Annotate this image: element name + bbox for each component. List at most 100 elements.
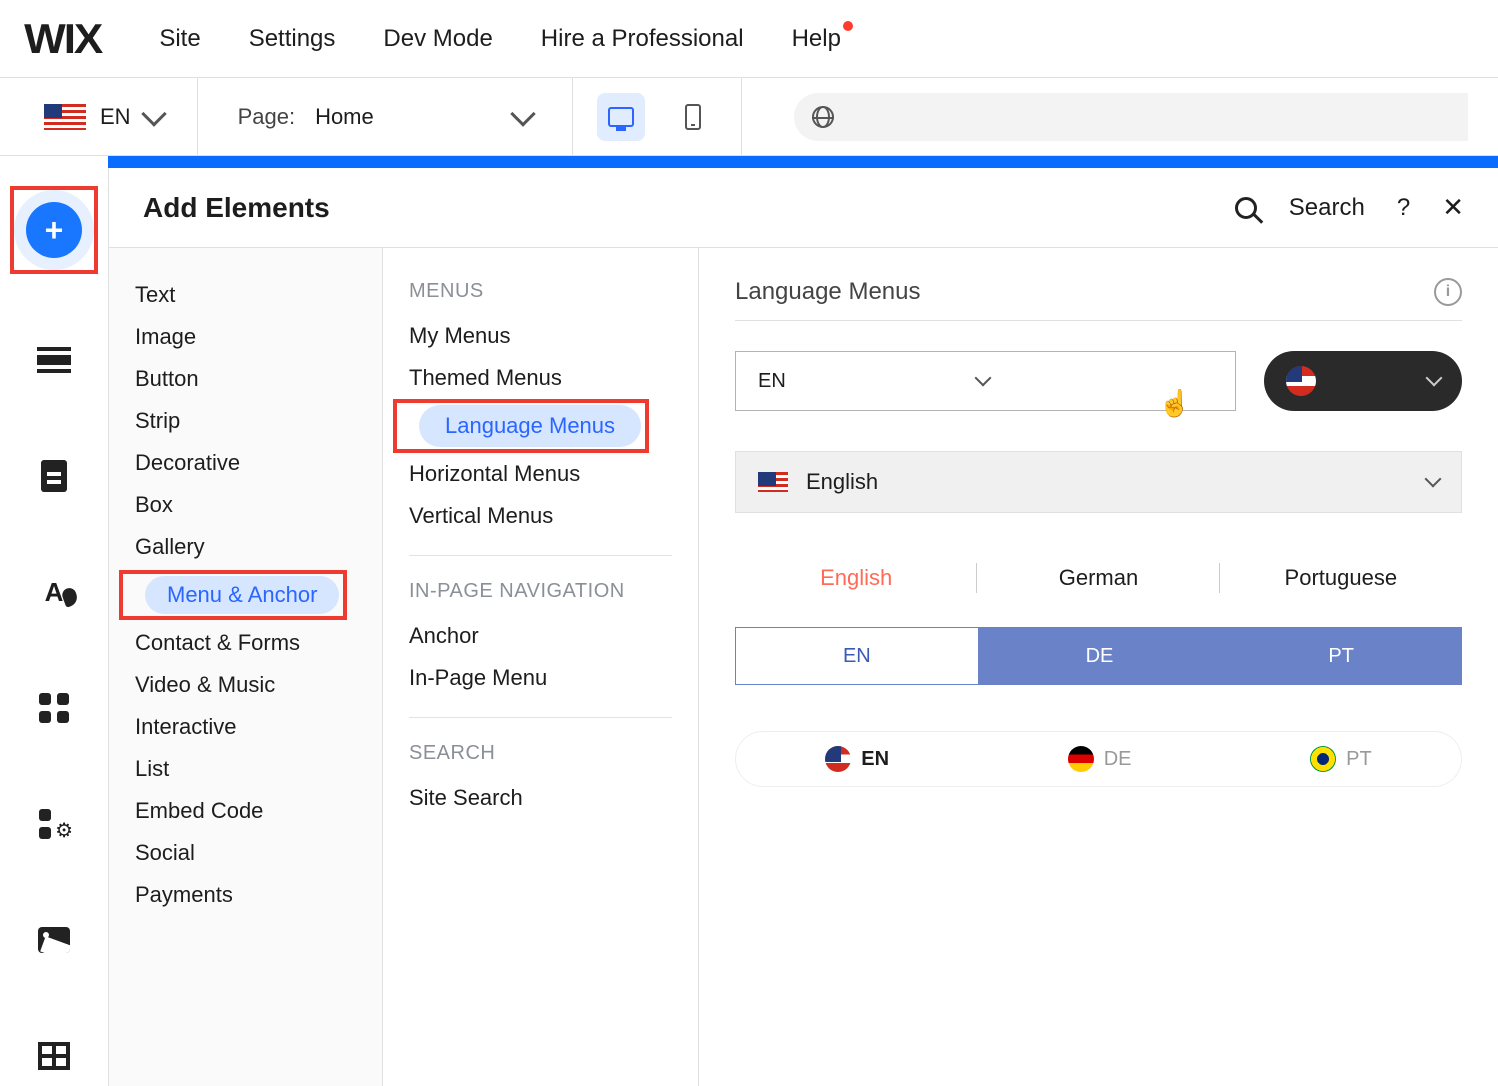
seg-en[interactable]: EN bbox=[735, 627, 979, 685]
cat-gallery[interactable]: Gallery bbox=[109, 526, 382, 568]
cat-strip[interactable]: Strip bbox=[109, 400, 382, 442]
cursor-hand-icon: ☝ bbox=[1159, 388, 1191, 419]
tab-portuguese[interactable]: Portuguese bbox=[1220, 559, 1462, 597]
rail-sections-button[interactable] bbox=[24, 330, 84, 390]
rail-data-button[interactable] bbox=[24, 1026, 84, 1086]
cat-button[interactable]: Button bbox=[109, 358, 382, 400]
globe-icon bbox=[812, 106, 834, 128]
group-search-label: SEARCH bbox=[383, 736, 698, 777]
sub-languagemenus[interactable]: Language Menus bbox=[419, 405, 641, 447]
sub-themedmenus[interactable]: Themed Menus bbox=[383, 357, 698, 399]
preview-segmented: EN DE PT bbox=[735, 627, 1462, 685]
add-elements-panel: Add Elements Search ? ✕ Text Image Butto… bbox=[108, 168, 1498, 1086]
rail-app-settings-button[interactable] bbox=[24, 794, 84, 854]
preview-text-tabs: English German Portuguese bbox=[735, 559, 1462, 597]
device-switcher bbox=[573, 78, 742, 155]
theme-icon: A bbox=[45, 577, 64, 608]
top-menu: Site Settings Dev Mode Hire a Profession… bbox=[159, 25, 841, 53]
highlight-menu-anchor: Menu & Anchor bbox=[119, 570, 347, 620]
rail-theme-button[interactable]: A bbox=[24, 562, 84, 622]
cat-social[interactable]: Social bbox=[109, 832, 382, 874]
cat-payments[interactable]: Payments bbox=[109, 874, 382, 916]
pill-pt-label: PT bbox=[1346, 748, 1372, 771]
help-button[interactable]: ? bbox=[1397, 194, 1410, 222]
page-label: Page: bbox=[238, 104, 296, 130]
menu-settings[interactable]: Settings bbox=[249, 25, 336, 53]
second-bar: EN Page: Home bbox=[0, 78, 1498, 156]
sub-horizontalmenus[interactable]: Horizontal Menus bbox=[383, 453, 698, 495]
cat-embed[interactable]: Embed Code bbox=[109, 790, 382, 832]
grid-icon bbox=[39, 693, 69, 723]
add-elements-button[interactable]: + bbox=[26, 202, 82, 258]
image-icon bbox=[38, 927, 70, 953]
de-flag-icon bbox=[1068, 746, 1094, 772]
sub-verticalmenus[interactable]: Vertical Menus bbox=[383, 495, 698, 537]
us-flag-icon bbox=[44, 104, 86, 130]
top-bar: WIX Site Settings Dev Mode Hire a Profes… bbox=[0, 0, 1498, 78]
desktop-view-button[interactable] bbox=[597, 93, 645, 141]
wix-logo: WIX bbox=[24, 15, 101, 63]
us-flag-icon bbox=[758, 472, 788, 492]
menu-devmode[interactable]: Dev Mode bbox=[383, 25, 492, 53]
rail-apps-button[interactable] bbox=[24, 678, 84, 738]
cat-text[interactable]: Text bbox=[109, 274, 382, 316]
url-bar bbox=[742, 93, 1498, 141]
chevron-down-icon bbox=[975, 370, 992, 387]
sub-anchor[interactable]: Anchor bbox=[383, 615, 698, 657]
cat-list[interactable]: List bbox=[109, 748, 382, 790]
cat-contact[interactable]: Contact & Forms bbox=[109, 622, 382, 664]
highlight-language-menus: Language Menus bbox=[393, 399, 649, 453]
menu-help[interactable]: Help bbox=[792, 25, 841, 53]
search-label[interactable]: Search bbox=[1289, 194, 1365, 222]
sub-inpagemenu[interactable]: In-Page Menu bbox=[383, 657, 698, 699]
menu-site[interactable]: Site bbox=[159, 25, 200, 53]
sub-mymenus[interactable]: My Menus bbox=[383, 315, 698, 357]
subitems-column: MENUS My Menus Themed Menus Language Men… bbox=[383, 248, 699, 1086]
preview-dropdown-flag[interactable] bbox=[1264, 351, 1462, 411]
pill-de[interactable]: DE bbox=[1068, 746, 1132, 772]
info-icon[interactable]: i bbox=[1434, 278, 1462, 306]
cat-box[interactable]: Box bbox=[109, 484, 382, 526]
seg-pt[interactable]: PT bbox=[1220, 627, 1462, 685]
url-input[interactable] bbox=[794, 93, 1468, 141]
chevron-down-icon bbox=[1426, 370, 1443, 387]
close-icon[interactable]: ✕ bbox=[1442, 192, 1464, 223]
cat-interactive[interactable]: Interactive bbox=[109, 706, 382, 748]
mobile-icon bbox=[685, 104, 701, 130]
rail-pages-button[interactable] bbox=[24, 446, 84, 506]
preview-column: Language Menus i EN ☝ En bbox=[699, 248, 1498, 1086]
site-language-selector[interactable]: EN bbox=[0, 78, 198, 155]
menu-hire[interactable]: Hire a Professional bbox=[541, 25, 744, 53]
pill-en[interactable]: EN bbox=[825, 746, 889, 772]
search-icon[interactable] bbox=[1235, 197, 1257, 219]
cat-decorative[interactable]: Decorative bbox=[109, 442, 382, 484]
tab-german[interactable]: German bbox=[977, 559, 1219, 597]
seg-de[interactable]: DE bbox=[979, 627, 1221, 685]
pill-pt[interactable]: PT bbox=[1310, 746, 1372, 772]
dropdown-en-label: EN bbox=[758, 370, 786, 393]
page-selector[interactable]: Page: Home bbox=[198, 78, 573, 155]
main: + A Add Elements Search ? ✕ Text Image B… bbox=[0, 168, 1498, 1086]
page-value: Home bbox=[315, 104, 374, 130]
cat-image[interactable]: Image bbox=[109, 316, 382, 358]
dropdown-english-label: English bbox=[806, 469, 878, 495]
cat-video[interactable]: Video & Music bbox=[109, 664, 382, 706]
selection-strip bbox=[108, 156, 1498, 168]
chevron-down-icon bbox=[1425, 471, 1442, 488]
group-inpage-label: IN-PAGE NAVIGATION bbox=[383, 574, 698, 615]
rail-media-button[interactable] bbox=[24, 910, 84, 970]
panel-title: Add Elements bbox=[143, 192, 330, 224]
preview-pill-row: EN DE PT bbox=[735, 731, 1462, 787]
section-icon bbox=[37, 355, 71, 365]
preview-dropdown-en[interactable]: EN ☝ bbox=[735, 351, 1236, 411]
us-flag-icon bbox=[825, 746, 851, 772]
notification-dot-icon bbox=[843, 21, 853, 31]
tab-english[interactable]: English bbox=[735, 559, 977, 597]
mobile-view-button[interactable] bbox=[669, 93, 717, 141]
br-flag-icon bbox=[1310, 746, 1336, 772]
preview-dropdown-english[interactable]: English bbox=[735, 451, 1462, 513]
cat-menu-anchor[interactable]: Menu & Anchor bbox=[145, 576, 339, 614]
sub-sitesearch[interactable]: Site Search bbox=[383, 777, 698, 819]
gear-icon bbox=[39, 809, 69, 839]
menu-help-label: Help bbox=[792, 25, 841, 52]
